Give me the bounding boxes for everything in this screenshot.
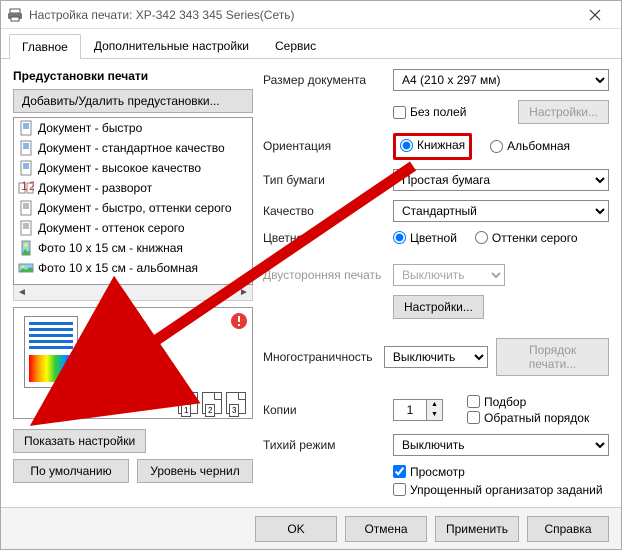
simple-organizer-checkbox[interactable]: Упрощенный организатор заданий [393,483,609,497]
doc-icon [18,120,34,136]
orientation-label: Ориентация [263,139,385,153]
paper-type-select[interactable]: Простая бумага [393,169,609,191]
preset-item[interactable]: Фото 10 x 15 см - книжная [14,238,252,258]
preset-item[interactable]: Документ - высокое качество [14,158,252,178]
preset-item[interactable]: Документ - стандартное качество [14,138,252,158]
quality-select[interactable]: Стандартный [393,200,609,222]
presets-title: Предустановки печати [13,69,253,83]
doc-gray-icon [18,220,34,236]
preset-label: Фото 10 x 15 см - альбомная [38,261,198,275]
preset-item[interactable]: Документ - быстро [14,118,252,138]
preset-list[interactable]: Документ - быстро Документ - стандартное… [13,117,253,285]
borderless-settings-button[interactable]: Настройки... [518,100,609,124]
paper-type-label: Тип бумаги [263,173,385,187]
collate-checkbox[interactable]: Подбор [467,395,589,409]
orientation-portrait-radio[interactable]: Книжная [400,138,465,152]
reverse-checkbox[interactable]: Обратный порядок [467,411,589,425]
print-settings-window: Настройка печати: XP-342 343 345 Series(… [0,0,622,550]
preset-label: Фото 10 x 15 см - книжная [38,241,183,255]
borderless-checkbox[interactable]: Без полей [393,105,466,119]
preset-label: Документ - оттенок серого [38,221,185,235]
preset-label: Документ - стандартное качество [38,141,225,155]
add-remove-presets-button[interactable]: Добавить/Удалить предустановки... [13,89,253,113]
preview-checkbox[interactable]: Просмотр [393,465,609,479]
copies-up-button[interactable]: ▲ [426,400,442,410]
doc-size-select[interactable]: A4 (210 x 297 мм) [393,69,609,91]
doc-icon [18,160,34,176]
tab-advanced[interactable]: Дополнительные настройки [81,33,262,58]
copies-label: Копии [263,403,385,417]
print-order-button[interactable]: Порядок печати... [496,338,609,376]
svg-text:2: 2 [29,180,34,193]
close-button[interactable] [575,1,615,29]
preset-item[interactable]: 12 Документ - разворот [14,178,252,198]
ok-button[interactable]: OK [255,516,337,542]
preset-item[interactable]: Фото 10 x 15 см - альбомная [14,258,252,278]
preview-panel: 1 2 3 [13,307,253,419]
copies-spinner[interactable]: ▲▼ [393,399,443,421]
preview-printer-icon [88,320,158,390]
scroll-strip: ◄ ► [13,285,253,301]
tab-service[interactable]: Сервис [262,33,329,58]
quiet-select[interactable]: Выключить [393,434,609,456]
left-panel: Предустановки печати Добавить/Удалить пр… [13,69,253,497]
right-panel: Размер документа A4 (210 x 297 мм) Без п… [263,69,609,497]
mini-page-icon: 2 [202,392,222,414]
tab-main[interactable]: Главное [9,34,81,59]
preset-item[interactable]: Документ - оттенок серого [14,218,252,238]
scroll-left-button[interactable]: ◄ [14,285,30,300]
spread-icon: 12 [18,180,34,196]
preset-label: Документ - быстро [38,121,142,135]
color-label: Цветной [263,231,385,245]
copies-down-button[interactable]: ▼ [426,410,442,420]
left-buttons: Показать настройки По умолчанию Уровень … [13,429,253,483]
photo-portrait-icon [18,240,34,256]
preset-label: Документ - разворот [38,181,152,195]
titlebar: Настройка печати: XP-342 343 345 Series(… [1,1,621,29]
quality-label: Качество [263,204,385,218]
preset-label: Документ - высокое качество [38,161,201,175]
copies-input[interactable] [394,401,426,419]
warning-icon [230,312,248,330]
scroll-right-button[interactable]: ► [236,285,252,300]
photo-landscape-icon [18,260,34,276]
show-settings-button[interactable]: Показать настройки [13,429,146,453]
color-color-radio[interactable]: Цветной [393,231,457,245]
content: Предустановки печати Добавить/Удалить пр… [1,59,621,507]
preset-item[interactable]: Документ - быстро, оттенки серого [14,198,252,218]
ink-levels-button[interactable]: Уровень чернил [137,459,253,483]
doc-size-label: Размер документа [263,73,385,87]
preview-document-icon [24,316,78,388]
mini-pages: 1 2 3 [178,392,246,414]
mini-page-icon: 3 [226,392,246,414]
bottom-bar: OK Отмена Применить Справка [1,507,621,549]
multi-label: Многостраничность [263,350,376,364]
default-button[interactable]: По умолчанию [13,459,129,483]
duplex-settings-button[interactable]: Настройки... [393,295,484,319]
apply-button[interactable]: Применить [435,516,519,542]
quiet-label: Тихий режим [263,438,385,452]
help-button[interactable]: Справка [527,516,609,542]
doc-icon [18,140,34,156]
duplex-label: Двусторонняя печать [263,268,385,282]
cancel-button[interactable]: Отмена [345,516,427,542]
svg-text:1: 1 [21,180,28,193]
duplex-select[interactable]: Выключить [393,264,505,286]
orientation-highlight: Книжная [393,133,472,160]
mini-page-icon: 1 [178,392,198,414]
tab-bar: Главное Дополнительные настройки Сервис [1,29,621,59]
multi-select[interactable]: Выключить [384,346,488,368]
printer-icon [7,7,23,23]
orientation-landscape-radio[interactable]: Альбомная [490,139,570,153]
window-title: Настройка печати: XP-342 343 345 Series(… [29,8,575,22]
color-gray-radio[interactable]: Оттенки серого [475,231,578,245]
doc-gray-icon [18,200,34,216]
preset-label: Документ - быстро, оттенки серого [38,201,232,215]
